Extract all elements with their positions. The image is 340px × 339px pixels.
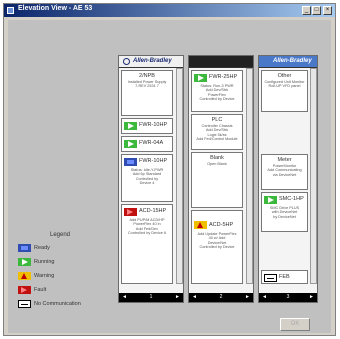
running-status-icon <box>194 74 207 82</box>
brand-label: Allen-Bradley <box>273 58 312 64</box>
bucket-title: ACD-5HP <box>209 222 234 228</box>
cabinet-rail <box>246 68 253 284</box>
cabinet-3: Allen-Bradley Other Configured Unit Moni… <box>258 55 318 303</box>
bucket-fwr-10hp[interactable]: FWR-10HP <box>121 118 173 134</box>
cabinet-header: Allen-Bradley <box>119 56 183 68</box>
bucket-plc[interactable]: PLC Controller Chassis Add Dev/Strk Logi… <box>191 114 243 150</box>
bucket-desc: Installed Power Supply 7-REV 2531 7 <box>127 80 167 89</box>
bucket-desc: Controller Chassis Add Dev/Strk Logix 5k… <box>196 124 238 141</box>
bucket-desc: Status: Run-3 PWR Add Dev/Strk PowerFlex… <box>199 84 235 101</box>
next-arrow-icon[interactable]: ► <box>175 294 180 300</box>
next-arrow-icon[interactable]: ► <box>245 294 250 300</box>
bucket-fwr-04a[interactable]: FWR-04A <box>121 136 173 152</box>
cabinet-header: Allen-Bradley <box>259 56 317 68</box>
bucket-blank[interactable]: Blank Open Blank <box>191 152 243 208</box>
legend-label: No Communication <box>34 301 81 307</box>
ready-status-icon <box>124 158 137 166</box>
legend-label: Ready <box>34 245 50 251</box>
running-status-icon <box>124 122 137 130</box>
next-arrow-icon[interactable]: ► <box>309 294 314 300</box>
minimize-button[interactable]: _ <box>302 6 311 15</box>
cabinet-2: FWR-25HP Status: Run-3 PWR Add Dev/Strk … <box>188 55 254 303</box>
bucket-desc: Add PUP/M ACD/HP PowerFlex 40 in Add Fed… <box>127 218 167 235</box>
warning-status-icon <box>194 221 207 229</box>
running-status-icon <box>264 196 277 204</box>
cabinet-1: Allen-Bradley 2/NPB Installed Power Supp… <box>118 55 184 303</box>
legend-title: Legend <box>50 232 71 238</box>
no-communication-status-icon <box>264 274 277 282</box>
allen-bradley-logo <box>123 58 130 65</box>
cabinet-rail <box>176 68 183 284</box>
elevation-view-window: Elevation View - AE 53 _ □ × Allen-Bradl… <box>3 3 336 336</box>
app-icon <box>7 7 14 14</box>
bucket-acd-15hp[interactable]: ACD-15HP Add PUP/M ACD/HP PowerFlex 40 i… <box>121 204 173 284</box>
client-area: Allen-Bradley 2/NPB Installed Power Supp… <box>8 20 331 333</box>
legend-label: Warning <box>34 273 55 279</box>
brand-label: Allen-Bradley <box>133 58 172 64</box>
bucket-title: FWR-25HP <box>209 74 238 80</box>
bucket-title: SMC-1HP <box>279 196 304 202</box>
cabinet-nav: ◄ 2 ► <box>189 293 253 302</box>
bucket-title: Meter <box>277 157 292 163</box>
bucket-desc: Add Update PowerFlex 40 w/ Add Device/Ne… <box>197 232 237 249</box>
cabinet-rail <box>310 68 317 284</box>
running-status-icon <box>124 140 137 148</box>
ready-status-icon <box>18 244 31 252</box>
bucket-acd-5hp[interactable]: ACD-5HP Add Update PowerFlex 40 w/ Add D… <box>191 210 243 284</box>
bucket-title: FWR-04A <box>139 140 164 146</box>
bucket-feb[interactable]: FEB <box>261 270 308 284</box>
cabinet-header <box>189 56 253 68</box>
legend-label: Running <box>34 259 55 265</box>
legend-label: Fault <box>34 287 47 293</box>
running-status-icon <box>18 258 31 266</box>
bucket-desc: Open Blank <box>207 162 227 166</box>
bucket-title: FWR-10HP <box>139 122 168 128</box>
bucket-meter[interactable]: Meter PowerMonitor Add Communicating via… <box>261 154 308 190</box>
bucket-title: FEB <box>279 274 290 280</box>
no-communication-status-icon <box>18 300 31 308</box>
bucket-title: Other <box>277 73 292 79</box>
bucket-title: 2/NPB <box>139 73 155 79</box>
maximize-button[interactable]: □ <box>312 6 321 15</box>
close-button[interactable]: × <box>323 6 332 15</box>
warning-status-icon <box>18 272 31 280</box>
window-title: Elevation View - AE 53 <box>18 5 93 12</box>
cabinet-number: 2 <box>219 294 223 300</box>
fault-status-icon <box>18 286 31 294</box>
bucket-desc: SMC Drive PLUS with DeviceNet by DeviceN… <box>269 206 300 219</box>
bucket-title: PLC <box>211 117 223 123</box>
title-bar[interactable]: Elevation View - AE 53 _ □ × <box>4 4 335 17</box>
cabinet-nav: ◄ 1 ► <box>119 293 183 302</box>
bucket-title: Blank <box>210 155 224 161</box>
ok-button[interactable]: OK <box>280 318 310 331</box>
bucket-other[interactable]: Other Configured Unit Monitor Roll-UP VF… <box>261 70 308 112</box>
cabinet-nav: ◄ 3 ► <box>259 293 317 302</box>
bucket-smc-1hp[interactable]: SMC-1HP SMC Drive PLUS with DeviceNet by… <box>261 192 308 232</box>
bucket-desc: Configured Unit Monitor Roll-UP VFD pane… <box>264 80 305 89</box>
bucket-2npb[interactable]: 2/NPB Installed Power Supply 7-REV 2531 … <box>121 70 173 116</box>
cabinet-number: 1 <box>149 294 153 300</box>
bucket-fwr-25hp[interactable]: FWR-25HP Status: Run-3 PWR Add Dev/Strk … <box>191 70 243 112</box>
bucket-desc: PowerMonitor Add Communicating via Devic… <box>267 164 302 177</box>
bucket-title: FWR-10HP <box>139 158 168 164</box>
bucket-desc: Status: Idle-Y-PWR Add 6p Standard Contr… <box>130 168 164 185</box>
fault-status-icon <box>124 208 137 216</box>
bucket-title: ACD-15HP <box>139 208 167 214</box>
bucket-fwr-10hp-ready[interactable]: FWR-10HP Status: Idle-Y-PWR Add 6p Stand… <box>121 154 173 202</box>
